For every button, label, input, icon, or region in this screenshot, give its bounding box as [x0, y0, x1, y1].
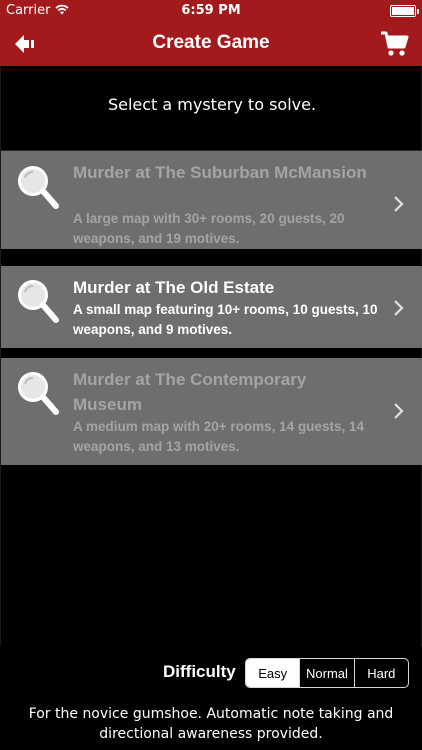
mystery-row-contemporary-museum[interactable]: Murder at The Contemporary Museum A medi…	[1, 358, 422, 465]
difficulty-segmented-control: Easy Normal Hard	[245, 658, 409, 688]
chevron-right-icon	[394, 300, 404, 316]
difficulty-description: For the novice gumshoe. Automatic note t…	[28, 706, 394, 742]
magnifier-icon	[18, 166, 59, 209]
mystery-title: Murder at The Old Estate	[73, 278, 275, 297]
chevron-right-icon	[394, 403, 404, 419]
mystery-title: Murder at The Suburban McMansion	[73, 163, 367, 182]
select-prompt: Select a mystery to solve.	[107, 95, 317, 114]
page-title: Create Game	[152, 32, 270, 53]
mystery-description: A small map featuring 10+ rooms, 10 gues…	[73, 302, 378, 337]
status-bar: Carrier 6:59 PM	[0, 0, 422, 22]
battery-icon	[390, 5, 419, 17]
mystery-row-old-estate[interactable]: Murder at The Old Estate A small map fea…	[1, 266, 422, 348]
difficulty-option-hard[interactable]: Hard	[353, 659, 408, 687]
difficulty-panel: Difficulty Easy Normal Hard For the novi…	[0, 646, 422, 750]
mystery-list: Select a mystery to solve. Murder at The…	[0, 66, 422, 646]
magnifier-icon	[18, 372, 59, 415]
mystery-description: A large map with 30+ rooms, 20 guests, 2…	[73, 211, 345, 246]
difficulty-option-normal[interactable]: Normal	[299, 659, 353, 687]
cart-icon[interactable]	[380, 30, 410, 58]
mystery-title: Murder at The Contemporary Museum	[73, 370, 307, 414]
difficulty-label: Difficulty	[163, 662, 236, 681]
mystery-description: A medium map with 20+ rooms, 14 guests, …	[73, 419, 364, 454]
difficulty-option-easy[interactable]: Easy	[246, 659, 300, 687]
magnifier-icon	[18, 280, 59, 323]
mystery-row-suburban-mcmansion[interactable]: Murder at The Suburban McMansion A large…	[1, 151, 422, 249]
navigation-bar: Create Game	[0, 22, 422, 66]
status-time: 6:59 PM	[181, 3, 241, 18]
chevron-right-icon	[394, 196, 404, 212]
